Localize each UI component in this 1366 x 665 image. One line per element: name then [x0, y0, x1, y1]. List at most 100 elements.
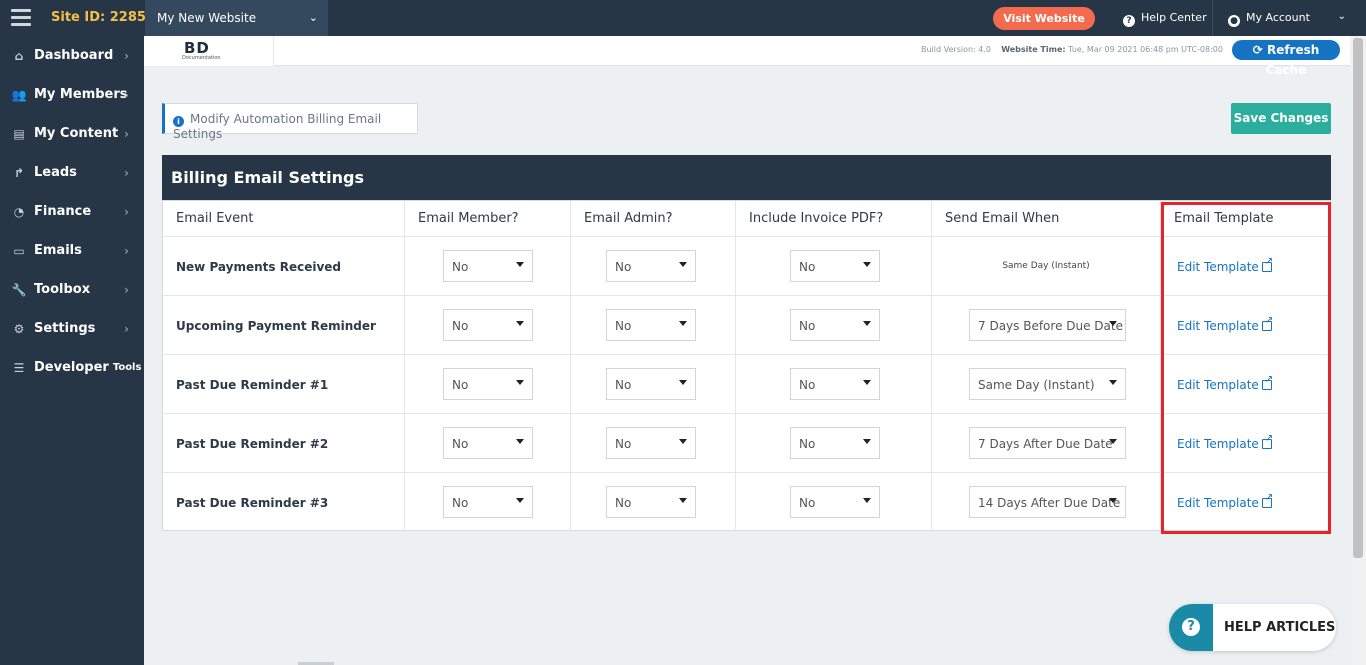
sidebar-item-label: Settings: [34, 321, 96, 336]
scrollbar-thumb[interactable]: [1353, 38, 1363, 558]
select-value: No: [452, 378, 469, 392]
select-dropdown[interactable]: 14 Days After Due Date: [969, 486, 1126, 518]
select-dropdown[interactable]: No: [790, 368, 880, 400]
logo[interactable]: BD Documentation: [144, 36, 274, 66]
build-info: Build Version: 4.0 Website Time: Tue, Ma…: [921, 45, 1223, 54]
edit-template-label: Edit Template: [1177, 319, 1259, 333]
caret-down-icon: [1109, 321, 1117, 326]
menu-icon[interactable]: [11, 9, 31, 27]
sidebar-item-label: Emails: [34, 243, 82, 258]
select-dropdown[interactable]: No: [443, 486, 533, 518]
column-header: Email Template: [1174, 211, 1274, 226]
save-changes-button[interactable]: Save Changes: [1231, 103, 1331, 134]
table-row: New Payments Received No No No Same Day (Ins…: [163, 237, 1330, 296]
select-dropdown[interactable]: No: [606, 427, 696, 459]
table-cell: No: [736, 473, 932, 532]
select-dropdown[interactable]: No: [606, 368, 696, 400]
my-account-menu[interactable]: ● My Account ⌄: [1214, 0, 1366, 36]
wrench-icon: 🔧: [11, 282, 27, 297]
select-dropdown[interactable]: No: [443, 250, 533, 282]
help-center-label: Help Center: [1141, 11, 1207, 24]
table-cell: No: [736, 237, 932, 295]
caret-down-icon: [516, 439, 524, 444]
table-cell: No: [405, 414, 571, 472]
sidebar-item-settings[interactable]: ⚙ Settings ›: [0, 309, 144, 348]
external-link-icon: [1261, 374, 1273, 390]
chevron-right-icon: ›: [124, 243, 129, 258]
sidebar-item-leads[interactable]: ↱ Leads ›: [0, 153, 144, 192]
help-center-link[interactable]: ? Help Center: [1110, 0, 1213, 36]
select-value: No: [799, 319, 816, 333]
scrollbar[interactable]: [1350, 36, 1366, 665]
caret-down-icon: [1109, 380, 1117, 385]
caret-down-icon: [1109, 498, 1117, 503]
sidebar-item-dashboard[interactable]: ⌂ Dashboard ›: [0, 36, 144, 75]
external-link-icon: [1261, 433, 1273, 449]
select-value: No: [799, 437, 816, 451]
select-dropdown[interactable]: No: [606, 486, 696, 518]
visit-website-button[interactable]: Visit Website: [993, 7, 1095, 30]
sidebar-item-my-members[interactable]: 👥 My Members ›: [0, 75, 144, 114]
select-dropdown[interactable]: 7 Days Before Due Date: [969, 309, 1126, 341]
refresh-cache-button[interactable]: ⟳ Refresh Cache: [1232, 40, 1340, 77]
edit-template-label: Edit Template: [1177, 496, 1259, 510]
users-icon: 👥: [11, 87, 27, 102]
help-articles-button[interactable]: ? HELP ARTICLES: [1169, 604, 1336, 651]
website-select[interactable]: My New Website ⌄: [145, 0, 328, 36]
select-dropdown[interactable]: No: [443, 427, 533, 459]
panel-title: Billing Email Settings: [162, 155, 1331, 200]
sidebar-item-label: Developer: [34, 360, 109, 375]
select-dropdown[interactable]: No: [606, 309, 696, 341]
website-time: Tue, Mar 09 2021 06:48 pm UTC-08:00: [1068, 45, 1223, 54]
select-value: 7 Days Before Due Date: [978, 319, 1123, 333]
edit-template-label: Edit Template: [1177, 260, 1259, 274]
table-cell: Edit Template: [1161, 473, 1330, 532]
table-cell: No: [405, 296, 571, 354]
select-dropdown[interactable]: No: [443, 368, 533, 400]
select-dropdown[interactable]: No: [790, 427, 880, 459]
top-bar: Site ID: 22850 My New Website ⌄ Visit We…: [0, 0, 1366, 36]
select-dropdown[interactable]: No: [790, 309, 880, 341]
user-icon: ●: [1228, 15, 1240, 27]
edit-template-label: Edit Template: [1177, 378, 1259, 392]
select-dropdown[interactable]: No: [443, 309, 533, 341]
external-link-icon: [1261, 315, 1273, 331]
edit-template-link[interactable]: Edit Template: [1177, 315, 1273, 333]
select-dropdown[interactable]: No: [790, 250, 880, 282]
edit-template-link[interactable]: Edit Template: [1177, 492, 1273, 510]
edit-template-link[interactable]: Edit Template: [1177, 374, 1273, 392]
select-value: No: [799, 496, 816, 510]
select-dropdown[interactable]: No: [606, 250, 696, 282]
select-dropdown[interactable]: 7 Days After Due Date: [969, 427, 1126, 459]
select-dropdown[interactable]: Same Day (Instant): [969, 368, 1126, 400]
table-row: Past Due Reminder #3 No No No 14 Days After …: [163, 473, 1330, 532]
table-cell: New Payments Received: [163, 237, 405, 295]
my-account-label: My Account: [1246, 11, 1310, 24]
edit-template-link[interactable]: Edit Template: [1177, 433, 1273, 451]
sidebar-item-developer[interactable]: ☰ Developer Tools: [0, 348, 144, 387]
info-icon: i: [173, 116, 184, 127]
select-dropdown[interactable]: No: [790, 486, 880, 518]
table-cell: Past Due Reminder #1: [163, 355, 405, 413]
edit-template-link[interactable]: Edit Template: [1177, 256, 1273, 274]
logo-subtext: Documentation: [182, 55, 221, 61]
chevron-down-icon: ⌄: [308, 11, 318, 24]
table-cell: No: [736, 296, 932, 354]
build-version: 4.0: [978, 45, 992, 54]
table-cell: 7 Days After Due Date: [932, 414, 1161, 472]
table-cell: Upcoming Payment Reminder: [163, 296, 405, 354]
sidebar-item-toolbox[interactable]: 🔧 Toolbox ›: [0, 270, 144, 309]
sidebar: ⌂ Dashboard › 👥 My Members › ▤ My Content › ↱ Lead…: [0, 36, 144, 665]
table-cell: No: [571, 355, 736, 413]
select-value: No: [615, 437, 632, 451]
sidebar-item-emails[interactable]: ▭ Emails ›: [0, 231, 144, 270]
table-cell: No: [571, 237, 736, 295]
table-cell: Same Day (Instant): [932, 237, 1161, 295]
caret-down-icon: [679, 380, 687, 385]
sidebar-item-finance[interactable]: ◔ Finance ›: [0, 192, 144, 231]
sidebar-item-label: My Content: [34, 126, 119, 141]
sidebar-item-label: Finance: [34, 204, 92, 219]
select-value: No: [615, 378, 632, 392]
sidebar-item-my-content[interactable]: ▤ My Content ›: [0, 114, 144, 153]
question-icon: ?: [1182, 618, 1200, 636]
